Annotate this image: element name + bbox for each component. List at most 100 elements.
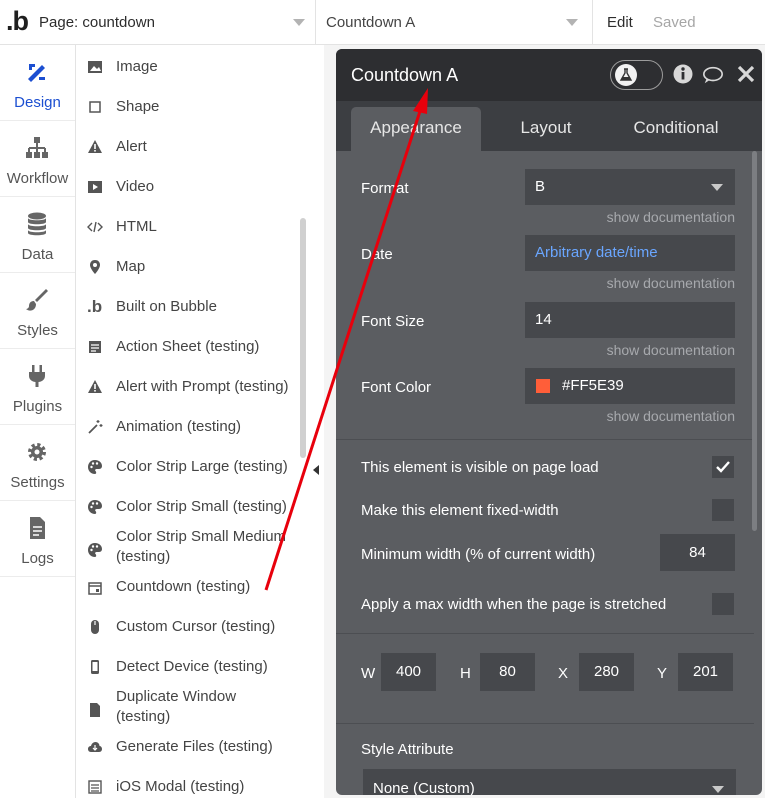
element-selector-label: Countdown A <box>326 14 416 31</box>
section-divider <box>336 723 754 724</box>
font-size-field[interactable]: 14 <box>525 302 735 338</box>
warning-icon <box>88 140 102 153</box>
palette-item-label: Video <box>116 178 155 195</box>
top-bar: .b Page: countdown Countdown A Edit Save… <box>0 0 765 45</box>
code-icon <box>87 221 103 233</box>
min-width-label: Minimum width (% of current width) <box>361 546 596 563</box>
design-icon <box>28 64 45 82</box>
element-palette: Image Shape Alert Video HTML Map .b Buil… <box>76 45 309 798</box>
gear-icon <box>28 443 46 461</box>
palette-item-label: Detect Device (testing) <box>116 658 268 675</box>
magic-wand-icon <box>88 420 103 434</box>
palette-item-label-line2: (testing) <box>116 708 171 725</box>
nav-item-plugins[interactable]: Plugins <box>0 349 75 425</box>
inspector-toggle[interactable] <box>610 60 663 90</box>
nav-label: Design <box>14 94 61 111</box>
min-width-value: 84 <box>689 544 706 561</box>
chevron-down-icon <box>293 19 305 26</box>
width-label: W <box>361 665 376 682</box>
checkmark-icon <box>716 461 730 473</box>
y-input[interactable]: 201 <box>678 653 733 691</box>
phone-icon <box>91 660 99 674</box>
font-size-label: Font Size <box>361 313 425 330</box>
edit-menu[interactable]: Edit <box>607 14 633 31</box>
date-field[interactable]: Arbitrary date/time <box>525 235 735 271</box>
property-tabs: Appearance Layout Conditional <box>336 101 762 151</box>
editor-scrollbar[interactable] <box>752 151 757 531</box>
document-icon <box>30 517 45 539</box>
style-attribute-label: Style Attribute <box>361 741 454 758</box>
palette-item-label: Color Strip Large (testing) <box>116 458 288 475</box>
chevron-down-icon <box>711 184 723 191</box>
x-input[interactable]: 280 <box>579 653 634 691</box>
element-selector[interactable]: Countdown A <box>316 0 593 45</box>
property-editor-body: Format B show documentation Date Arbitra… <box>336 151 762 795</box>
chevron-down-icon <box>566 19 578 26</box>
palette-item-label: Alert <box>116 138 147 155</box>
palette-item-label: Countdown (testing) <box>116 578 251 595</box>
font-color-doc-link[interactable]: show documentation <box>607 408 735 424</box>
palette-item-label: HTML <box>116 218 157 235</box>
visible-on-load-checkbox[interactable] <box>712 456 734 478</box>
nav-item-settings[interactable]: Settings <box>0 425 75 501</box>
warning-icon <box>88 380 102 393</box>
nav-item-workflow[interactable]: Workflow <box>0 121 75 197</box>
format-value: B <box>535 178 546 195</box>
fixed-width-checkbox[interactable] <box>712 499 734 521</box>
fixed-width-label: Make this element fixed-width <box>361 502 559 519</box>
palette-icon <box>88 500 102 514</box>
comment-icon[interactable] <box>702 64 724 86</box>
tab-conditional[interactable]: Conditional <box>611 107 741 151</box>
tab-appearance[interactable]: Appearance <box>351 107 481 151</box>
width-value: 400 <box>395 663 422 680</box>
nav-item-design[interactable]: Design <box>0 45 75 121</box>
section-divider <box>336 633 754 634</box>
max-width-checkbox[interactable] <box>712 593 734 615</box>
page-selector[interactable]: Page: countdown <box>30 0 316 45</box>
x-label: X <box>558 665 569 682</box>
nav-label: Styles <box>17 322 58 339</box>
tab-layout[interactable]: Layout <box>486 107 606 151</box>
font-size-doc-link[interactable]: show documentation <box>607 342 735 358</box>
database-icon <box>28 212 46 236</box>
info-icon[interactable] <box>672 63 694 85</box>
collapse-panel-icon[interactable] <box>313 465 319 475</box>
nav-item-logs[interactable]: Logs <box>0 501 75 577</box>
image-icon <box>88 61 102 73</box>
property-editor-title: Countdown A <box>351 65 459 85</box>
mouse-icon <box>91 620 99 634</box>
palette-item-label: Color Strip Small (testing) <box>116 498 287 515</box>
bubble-logo[interactable]: .b <box>6 6 29 37</box>
format-label: Format <box>361 180 409 197</box>
section-divider <box>336 439 754 440</box>
style-dropdown[interactable]: None (Custom) <box>363 769 736 795</box>
width-input[interactable]: 400 <box>381 653 436 691</box>
style-value: None (Custom) <box>373 780 475 795</box>
palette-item-label: iOS Modal (testing) <box>116 778 245 795</box>
format-doc-link[interactable]: show documentation <box>607 209 735 225</box>
date-label: Date <box>361 246 393 263</box>
nav-label: Workflow <box>6 170 69 187</box>
palette-icon <box>88 460 102 474</box>
palette-scrollbar[interactable] <box>300 218 306 458</box>
font-size-value: 14 <box>535 311 552 328</box>
color-swatch[interactable] <box>536 379 550 393</box>
close-icon[interactable] <box>735 63 757 85</box>
format-dropdown[interactable]: B <box>525 169 735 205</box>
palette-item-label-line2: (testing) <box>116 548 171 565</box>
nav-item-styles[interactable]: Styles <box>0 273 75 349</box>
min-width-input[interactable]: 84 <box>660 534 735 571</box>
palette-item-label: Generate Files (testing) <box>116 738 273 755</box>
font-color-field[interactable]: #FF5E39 <box>525 368 735 404</box>
font-color-value: #FF5E39 <box>562 377 624 394</box>
cloud-icon <box>88 742 102 752</box>
workflow-icon <box>26 137 48 158</box>
nav-item-data[interactable]: Data <box>0 197 75 273</box>
plug-icon <box>29 365 45 387</box>
palette-icon <box>88 543 102 557</box>
height-label: H <box>460 665 471 682</box>
date-doc-link[interactable]: show documentation <box>607 275 735 291</box>
property-editor-header[interactable]: Countdown A <box>336 49 762 101</box>
height-input[interactable]: 80 <box>480 653 535 691</box>
palette-item-label: Animation (testing) <box>116 418 242 435</box>
